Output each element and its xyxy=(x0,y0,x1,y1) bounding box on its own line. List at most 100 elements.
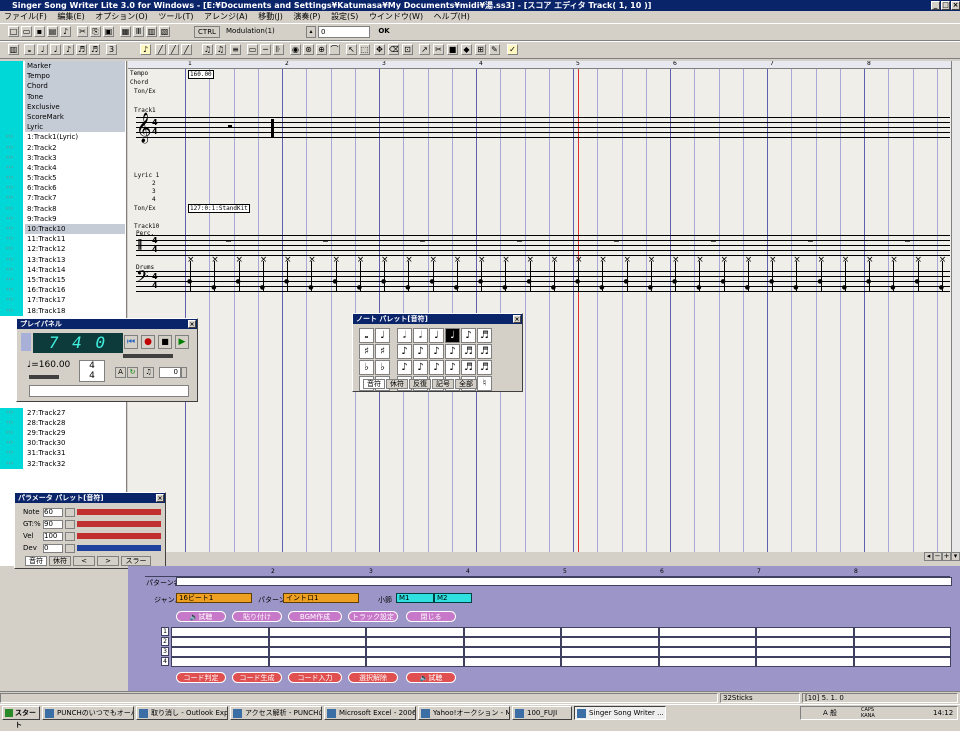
pattern-cell[interactable] xyxy=(171,637,269,647)
close-button[interactable]: × xyxy=(951,1,960,10)
header-row-chord[interactable]: Chord xyxy=(0,81,126,92)
note-palette-cell[interactable]: ♪ xyxy=(445,344,460,359)
tab-slur[interactable]: スラー xyxy=(121,556,151,566)
note-palette-cell[interactable]: ♪ xyxy=(413,344,428,359)
tempo-slider[interactable] xyxy=(29,375,59,379)
value-input[interactable]: 0 xyxy=(318,26,370,38)
param-value[interactable]: 60 xyxy=(43,508,63,517)
close-icon[interactable]: × xyxy=(156,494,164,502)
track-row[interactable]: ››› 12:Track12 xyxy=(0,244,126,255)
pattern-cell[interactable] xyxy=(756,637,854,647)
header-row-marker[interactable]: Marker xyxy=(0,61,126,72)
tone-value[interactable]: 127:0:1:StandKit xyxy=(188,204,250,213)
pattern-cell[interactable] xyxy=(561,637,659,647)
note-palette-cell[interactable]: ♮ xyxy=(477,376,492,391)
select-tool-icon[interactable]: ⬚ xyxy=(359,44,370,55)
menu-option[interactable]: オプション(O) xyxy=(91,11,152,23)
note-mode-icon[interactable]: ♪ xyxy=(140,44,151,55)
transpose-input[interactable]: 0 xyxy=(159,367,181,378)
note-palette-cell[interactable]: ♯ xyxy=(375,344,390,359)
chord-detect-button[interactable]: コード判定 xyxy=(176,672,226,683)
scissors-tool-icon[interactable]: ✂ xyxy=(433,44,444,55)
pattern-cell[interactable] xyxy=(366,627,464,637)
pencil-icon[interactable]: ╱ xyxy=(181,44,192,55)
audition-button[interactable]: 🔈試聴 xyxy=(176,611,226,622)
track-row[interactable]: ››› 15:Track15 xyxy=(0,274,126,286)
paste-button[interactable]: 貼り付け xyxy=(232,611,282,622)
menu-help[interactable]: ヘルプ(H) xyxy=(430,11,474,23)
pattern-cell[interactable] xyxy=(561,647,659,657)
slur-icon[interactable]: ╱ xyxy=(168,44,179,55)
param-stepper[interactable] xyxy=(65,520,75,529)
pattern-cell[interactable] xyxy=(268,647,366,657)
loop-icon[interactable]: ↻ xyxy=(127,367,138,378)
new-file-icon[interactable]: □ xyxy=(8,26,19,37)
fermata-icon[interactable]: ⌒ xyxy=(329,44,340,55)
record-icon[interactable]: ◉ xyxy=(290,44,301,55)
track-row[interactable]: ››› 30:Track30 xyxy=(0,438,126,449)
bgm-create-button[interactable]: BGM作成 xyxy=(288,611,342,622)
track-row[interactable]: ››› 29:Track29 xyxy=(0,428,126,439)
print-icon[interactable]: ▤ xyxy=(47,26,58,37)
track-row[interactable]: ››› 1:Track1(Lyric) xyxy=(0,132,126,143)
note-palette-cell[interactable]: 𝅗𝅥 xyxy=(397,328,412,343)
note-up-icon[interactable]: ♫ xyxy=(202,44,213,55)
tab-rest[interactable]: 休符 xyxy=(49,556,71,566)
tab-repeat[interactable]: 反復 xyxy=(409,379,431,389)
zoom-tool-icon[interactable]: ⊞ xyxy=(475,44,486,55)
track-settings-button[interactable]: トラック設定 xyxy=(348,611,398,622)
pattern-cell[interactable] xyxy=(171,627,269,637)
taskbar-button[interactable]: 取り消し - Outlook Expr... xyxy=(136,706,228,720)
staff-icon[interactable]: ≡ xyxy=(230,44,241,55)
check-tool-icon[interactable]: ✓ xyxy=(507,44,518,55)
repeat-icon[interactable]: 𝄆 xyxy=(273,44,284,55)
pattern-row[interactable]: 4 xyxy=(161,657,952,667)
taskbar-button[interactable]: アクセス解析 - PUNCHの... xyxy=(230,706,322,720)
track-row[interactable]: ››› 31:Track31 xyxy=(0,448,126,459)
track-row[interactable]: ››› 10:Track10 xyxy=(0,224,126,235)
track-row[interactable]: ››› 11:Track11 xyxy=(0,234,126,245)
tab-symbol[interactable]: 記号 xyxy=(432,379,454,389)
metronome-icon[interactable]: ♫ xyxy=(143,367,154,378)
param-value[interactable]: 90 xyxy=(43,520,63,529)
save-icon[interactable]: ▪ xyxy=(34,26,45,37)
chord-input-button[interactable]: コード入力 xyxy=(288,672,342,683)
taskbar-button[interactable]: Yahoo!オークション - Micr... xyxy=(418,706,510,720)
taskbar-button[interactable]: 100_FUJI xyxy=(512,706,572,720)
minimize-button[interactable]: _ xyxy=(931,1,940,10)
pattern-cell[interactable] xyxy=(366,647,464,657)
record-icon[interactable]: ● xyxy=(141,335,155,349)
param-slider[interactable] xyxy=(77,521,161,527)
track-row[interactable]: ››› 7:Track7 xyxy=(0,193,126,204)
parameter-palette-titlebar[interactable]: パラメータ パレット[音符] × xyxy=(15,493,165,503)
track-row[interactable]: ››› 18:Track18 xyxy=(0,305,126,316)
param-slider[interactable] xyxy=(77,509,161,515)
pattern-cell[interactable] xyxy=(561,627,659,637)
genre-field[interactable]: 16ビート1 xyxy=(176,593,252,603)
tab-rest[interactable]: 休符 xyxy=(386,379,408,389)
pattern-cell[interactable] xyxy=(171,657,269,667)
pattern-cell[interactable] xyxy=(658,647,756,657)
track-row[interactable]: ››› 13:Track13 xyxy=(0,254,126,265)
header-row-tone[interactable]: Tone xyxy=(0,91,126,102)
sixteenth-note-icon[interactable]: ♬ xyxy=(76,44,87,55)
menu-play[interactable]: 演奏(P) xyxy=(289,11,324,23)
tempo-value[interactable]: 160.00 xyxy=(188,70,214,79)
note-palette-cell[interactable]: 𝅗𝅥 xyxy=(413,328,428,343)
vertical-scrollbar[interactable] xyxy=(951,61,960,552)
zoom-out-icon[interactable]: − xyxy=(933,552,942,561)
track-row[interactable]: ››› 6:Track6 xyxy=(0,183,126,194)
start-button[interactable]: スタート xyxy=(2,706,40,729)
pattern-cell[interactable] xyxy=(853,657,951,667)
scroll-down-icon[interactable]: ▾ xyxy=(951,552,960,561)
copy-icon[interactable]: ⎘ xyxy=(90,26,101,37)
note-palette-cell[interactable]: ♩ xyxy=(445,328,460,343)
perc-staff[interactable] xyxy=(136,235,950,257)
pattern-cell[interactable] xyxy=(366,637,464,647)
header-row-exclusive[interactable]: Exclusive xyxy=(0,101,126,112)
menu-file[interactable]: ファイル(F) xyxy=(0,11,51,23)
line-icon[interactable]: ─ xyxy=(260,44,271,55)
note-palette-cell[interactable]: ♭ xyxy=(359,360,374,375)
whole-note-icon[interactable]: 𝅝 xyxy=(24,44,35,55)
pattern-cell[interactable] xyxy=(658,657,756,667)
